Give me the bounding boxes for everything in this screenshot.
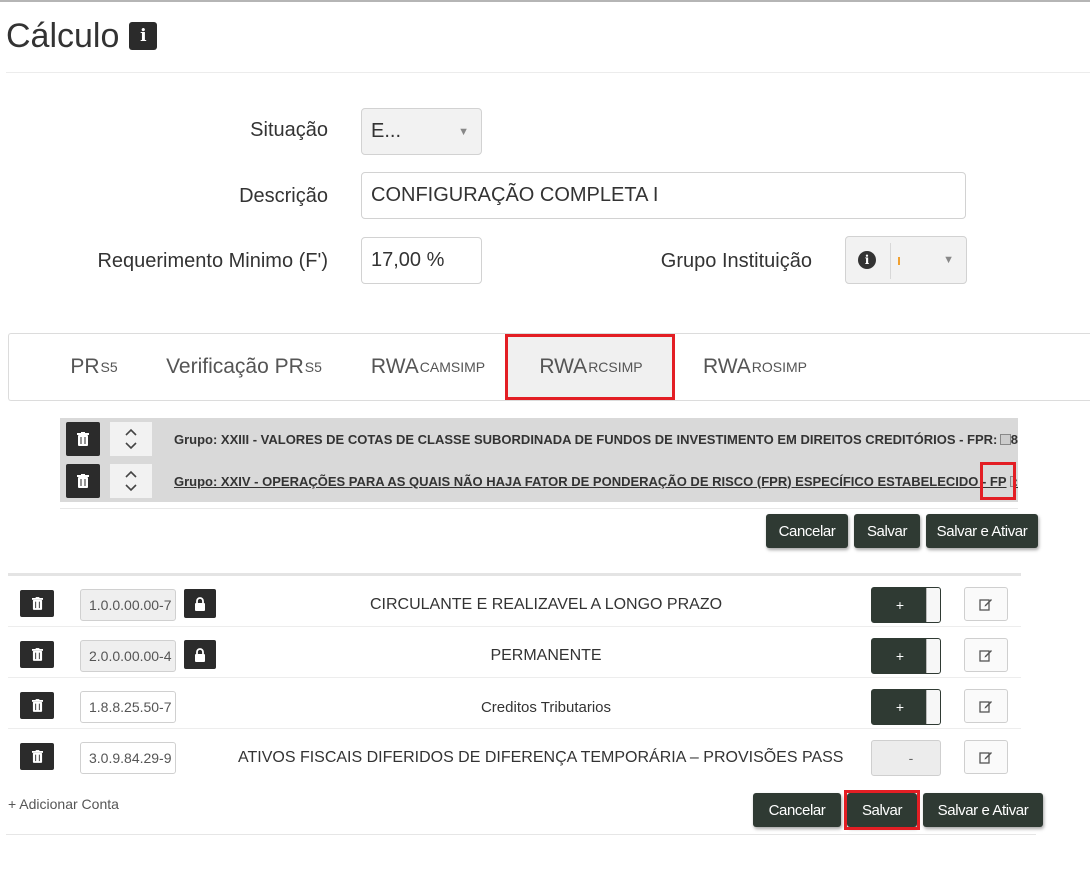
requerimento-input[interactable]: 17,00 % [361, 237, 482, 284]
edit-icon[interactable] [964, 638, 1008, 672]
toggle-knob [926, 690, 940, 724]
table-row: 3.0.9.84.29-9 ATIVOS FISCAIS DIFERIDOS D… [8, 729, 1021, 780]
trash-icon[interactable] [20, 641, 54, 668]
requerimento-label: Requerimento Minimo (F') [97, 250, 328, 272]
group-save-button[interactable]: Salvar [854, 514, 920, 548]
account-save-activate-button[interactable]: Salvar e Ativar [923, 793, 1043, 827]
account-description: ATIVOS FISCAIS DIFERIDOS DE DIFERENÇA TE… [238, 749, 844, 766]
table-row: 1.8.8.25.50-7 Creditos Tributarios + [8, 678, 1021, 729]
account-code-field[interactable]: 1.0.0.00.00-7 [80, 589, 176, 621]
account-code-field[interactable]: 3.0.9.84.29-9 [80, 742, 176, 774]
descricao-label: Descrição [239, 185, 328, 207]
account-list: 1.0.0.00.00-7 CIRCULANTE E REALIZAVEL A … [8, 573, 1021, 781]
sign-toggle[interactable]: + [871, 638, 941, 674]
top-border [0, 0, 1090, 2]
caret-down-icon: ▼ [458, 125, 469, 138]
account-description: PERMANENTE [490, 647, 602, 664]
lock-icon[interactable] [184, 589, 216, 618]
situacao-value: E... [371, 120, 402, 142]
group-list: Grupo: XXIII - VALORES DE COTAS DE CLASS… [60, 414, 1018, 509]
page-header: Cálculo i [6, 14, 158, 58]
trash-icon[interactable] [66, 464, 100, 498]
edit-icon[interactable] [964, 587, 1008, 621]
account-description: CIRCULANTE E REALIZAVEL A LONGO PRAZO [369, 596, 723, 613]
situacao-select[interactable]: E... ▼ [361, 108, 482, 155]
sign-toggle[interactable]: + [871, 587, 941, 623]
toggle-knob [926, 639, 940, 673]
account-code-field[interactable]: 1.8.8.25.50-7 [80, 691, 176, 723]
edit-icon[interactable] [964, 689, 1008, 723]
info-icon[interactable]: i [858, 251, 876, 269]
group-label[interactable]: Grupo: XXIV - OPERAÇÕES PARA AS QUAIS NÃ… [174, 460, 1018, 502]
trash-icon[interactable] [20, 590, 54, 617]
select-cursor [898, 257, 900, 265]
header-divider [6, 72, 1090, 73]
page-title: Cálculo [6, 16, 120, 55]
tab-bar: PR S5 Verificação PR S5 RWA CAMSIMP RWA RCSI… [8, 333, 1090, 401]
group-row: Grupo: XXIII - VALORES DE COTAS DE CLASS… [60, 418, 1018, 460]
group-save-activate-button[interactable]: Salvar e Ativar [926, 514, 1038, 548]
trash-icon[interactable] [20, 692, 54, 719]
requerimento-value: 17,00 % [371, 249, 445, 271]
tab-rwa-rcsimp[interactable]: RWA RCSIMP [507, 334, 675, 400]
grupo-instituicao-select[interactable]: i ▼ [845, 236, 967, 284]
sign-toggle[interactable]: + [871, 689, 941, 725]
pointer-icon [1000, 433, 1011, 445]
descricao-value: CONFIGURAÇÃO COMPLETA I [371, 184, 659, 206]
footer-divider [6, 834, 1036, 835]
lock-icon[interactable] [184, 640, 216, 669]
tab-verificacao-pr-s5[interactable]: Verificação PR S5 [149, 334, 339, 400]
tab-rwa-rosimp[interactable]: RWA ROSIMP [685, 334, 825, 400]
table-row: 2.0.0.00.00-4 PERMANENTE + [8, 627, 1021, 678]
add-account-link[interactable]: + Adicionar Conta [8, 796, 119, 812]
situacao-label: Situação [250, 119, 328, 141]
chevron-up-down-icon[interactable] [110, 464, 152, 498]
toggle-knob [926, 588, 940, 622]
edit-icon[interactable] [964, 740, 1008, 774]
account-code-field[interactable]: 2.0.0.00.00-4 [80, 640, 176, 672]
caret-down-icon: ▼ [943, 254, 954, 266]
tab-pr-s5[interactable]: PR S5 [49, 334, 139, 400]
group-cancel-button[interactable]: Cancelar [766, 514, 848, 548]
chevron-up-down-icon[interactable] [110, 422, 152, 456]
trash-icon[interactable] [66, 422, 100, 456]
tab-rwa-camsimp[interactable]: RWA CAMSIMP [353, 334, 503, 400]
grupo-instituicao-label: Grupo Instituição [660, 250, 812, 272]
trash-icon[interactable] [20, 743, 54, 770]
descricao-input[interactable]: CONFIGURAÇÃO COMPLETA I [361, 172, 966, 219]
account-cancel-button[interactable]: Cancelar [753, 793, 841, 827]
account-description: Creditos Tributarios [480, 698, 612, 716]
group-label[interactable]: Grupo: XXIII - VALORES DE COTAS DE CLASS… [174, 418, 1018, 460]
table-row: 1.0.0.00.00-7 CIRCULANTE E REALIZAVEL A … [8, 576, 1021, 627]
group-row: Grupo: XXIV - OPERAÇÕES PARA AS QUAIS NÃ… [60, 460, 1018, 502]
select-separator [890, 243, 891, 279]
info-icon[interactable]: i [129, 22, 158, 50]
sign-toggle[interactable]: - [871, 740, 941, 776]
account-save-button[interactable]: Salvar [847, 793, 917, 827]
